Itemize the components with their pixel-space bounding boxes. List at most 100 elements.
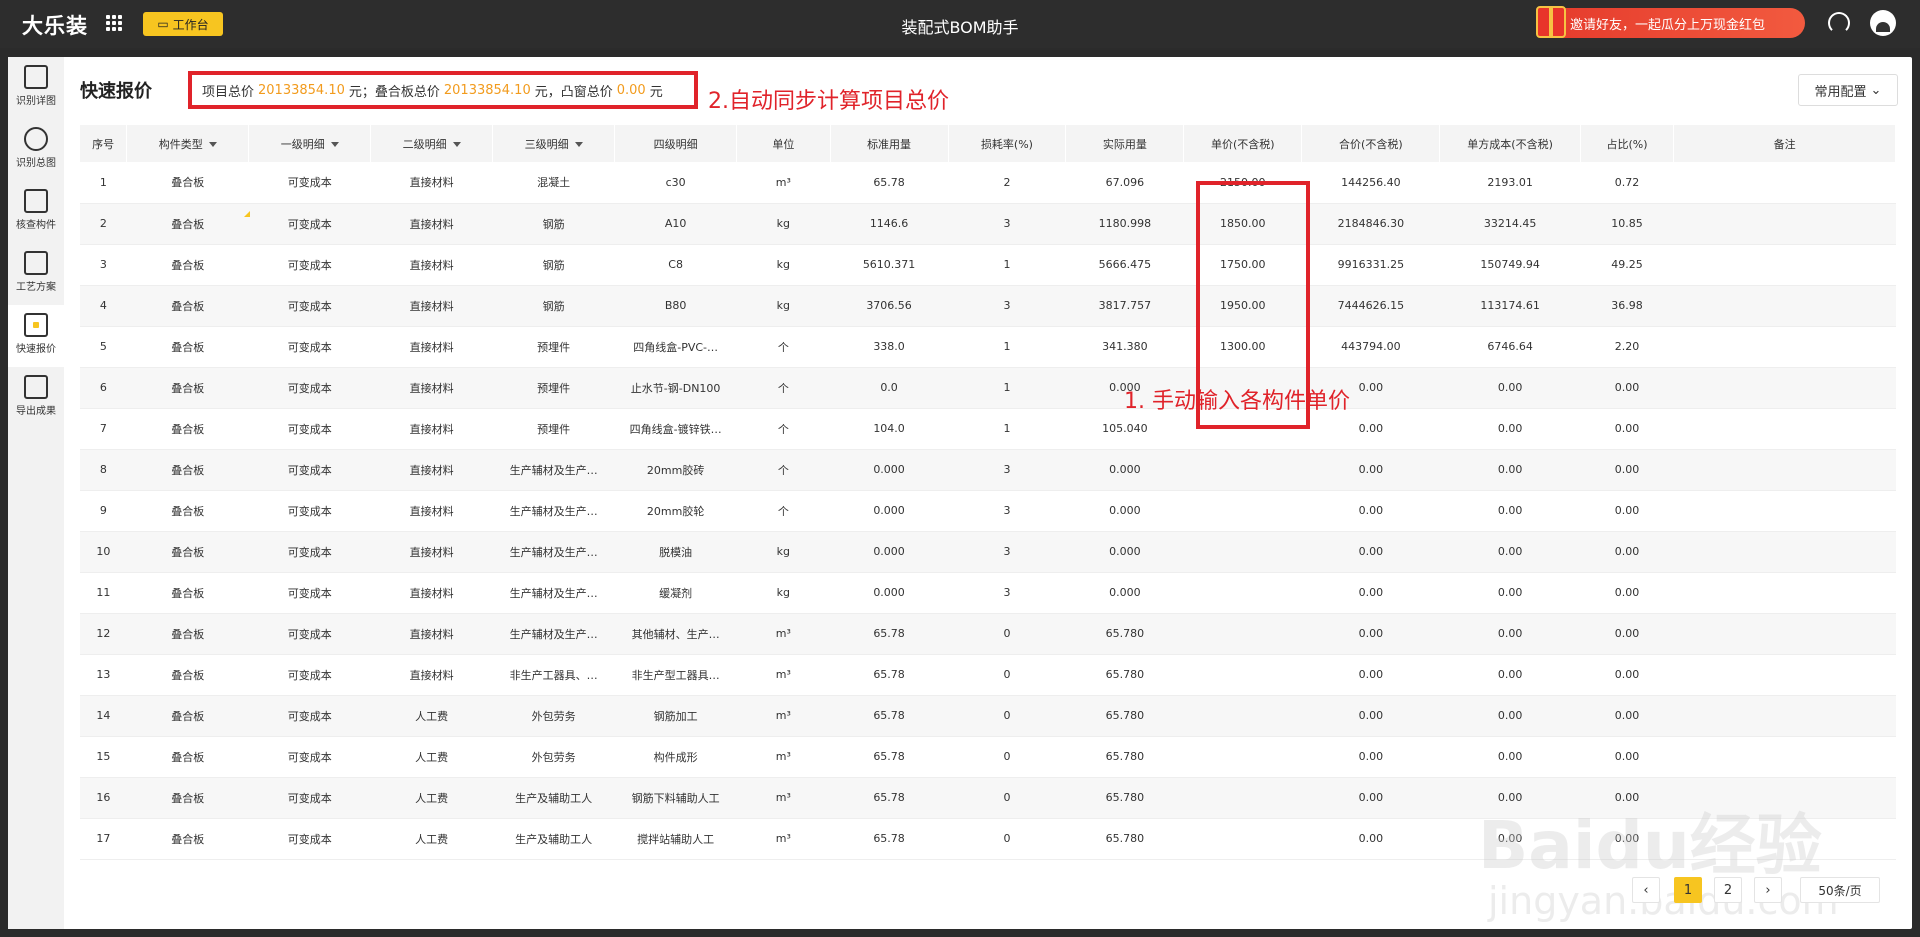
- page-button[interactable]: 2: [1714, 877, 1742, 903]
- table-row[interactable]: 1 叠合板 可变成本 直接材料 混凝土 c30 m³ 65.78 2 67.096 2150.00 1…: [80, 162, 1896, 204]
- table-cell[interactable]: [1673, 449, 1896, 491]
- app-logo[interactable]: 大乐装: [22, 10, 88, 40]
- avatar[interactable]: [1870, 10, 1896, 36]
- column-header[interactable]: 一级明细: [248, 125, 372, 162]
- table-cell[interactable]: [1673, 613, 1896, 655]
- table-cell: 外包劳务: [492, 695, 615, 737]
- unit-price-cell[interactable]: [1183, 818, 1302, 860]
- sidebar-item-detail[interactable]: 识别详图: [8, 57, 64, 119]
- unit-price-cell[interactable]: [1183, 531, 1302, 573]
- filter-caret-icon[interactable]: [574, 142, 583, 147]
- workbench-button[interactable]: ▭ 工作台: [143, 12, 223, 36]
- unit-price-cell[interactable]: 1750.00: [1183, 244, 1302, 286]
- table-cell[interactable]: [1673, 736, 1896, 778]
- currency-unit: 元: [649, 84, 663, 100]
- table-cell[interactable]: [1673, 695, 1896, 737]
- column-header: 占比(%): [1580, 125, 1675, 162]
- table-cell[interactable]: [1673, 285, 1896, 327]
- table-row[interactable]: 7 叠合板 可变成本 直接材料 预埋件 四角线盒-镀锌铁… 个 104.0 1 105.040 0.…: [80, 408, 1896, 450]
- table-cell: 20mm胶砖: [614, 449, 737, 491]
- table-cell: 1180.998: [1065, 203, 1184, 245]
- unit-price-cell[interactable]: [1183, 777, 1302, 819]
- column-header[interactable]: 二级明细: [370, 125, 494, 162]
- unit-price-cell[interactable]: [1183, 654, 1302, 696]
- table-cell: kg: [736, 572, 831, 614]
- table-cell[interactable]: [1673, 326, 1896, 368]
- table-row[interactable]: 4 叠合板 可变成本 直接材料 钢筋 B80 kg 3706.56 3 3817.757 1950.…: [80, 285, 1896, 327]
- apps-grid-icon[interactable]: [106, 15, 122, 31]
- table-cell[interactable]: [1673, 572, 1896, 614]
- unit-price-cell[interactable]: [1183, 736, 1302, 778]
- table-cell: 可变成本: [248, 613, 371, 655]
- column-header: 损耗率(%): [948, 125, 1067, 162]
- table-cell[interactable]: [1673, 162, 1896, 204]
- annotation-manual-price: 1. 手动输入各构件单价: [1124, 389, 1350, 414]
- table-row[interactable]: 17 叠合板 可变成本 人工费 生产及辅助工人 搅拌站辅助人工 m³ 65.78 0 65.780…: [80, 818, 1896, 860]
- table-cell[interactable]: [1673, 408, 1896, 450]
- table-cell: 1: [948, 244, 1066, 286]
- unit-price-cell[interactable]: 1950.00: [1183, 285, 1302, 327]
- sidebar-item-check[interactable]: 核查构件: [8, 181, 64, 243]
- table-row[interactable]: 16 叠合板 可变成本 人工费 生产及辅助工人 钢筋下料辅助人工 m³ 65.78 0 65.78…: [80, 777, 1896, 819]
- table-cell: 0.00: [1580, 572, 1674, 614]
- table-cell: 0.00: [1439, 572, 1581, 614]
- next-page-button[interactable]: ›: [1754, 877, 1782, 903]
- invite-banner[interactable]: 邀请好友，一起瓜分上万现金红包: [1536, 6, 1805, 38]
- unit-price-cell[interactable]: [1183, 490, 1302, 532]
- table-cell: 可变成本: [248, 777, 371, 819]
- unit-price-cell[interactable]: 1300.00: [1183, 326, 1302, 368]
- page-size-select[interactable]: 50条/页: [1800, 877, 1880, 903]
- table-row[interactable]: 6 叠合板 可变成本 直接材料 预埋件 止水节-钢-DN100 个 0.0 1 0.000 0.00…: [80, 367, 1896, 409]
- sidebar-item-process[interactable]: 工艺方案: [8, 243, 64, 305]
- column-header: 四级明细: [614, 125, 738, 162]
- column-header[interactable]: 三级明细: [492, 125, 616, 162]
- prev-page-button[interactable]: ‹: [1632, 877, 1660, 903]
- unit-price-cell[interactable]: [1183, 695, 1302, 737]
- table-row[interactable]: 10 叠合板 可变成本 直接材料 生产辅材及生产… 脱模油 kg 0.000 3 0.000 0.0…: [80, 531, 1896, 573]
- table-cell: 叠合板: [126, 244, 249, 286]
- table-cell: kg: [736, 203, 831, 245]
- headset-icon[interactable]: [1828, 12, 1850, 34]
- table-row[interactable]: 13 叠合板 可变成本 直接材料 非生产工器具、… 非生产型工器具… m³ 65.78 0 65.…: [80, 654, 1896, 696]
- table-row[interactable]: 5 叠合板 可变成本 直接材料 预埋件 四角线盒-PVC-… 个 338.0 1 341.380 1…: [80, 326, 1896, 368]
- table-cell[interactable]: [1673, 818, 1896, 860]
- sidebar-item-overview[interactable]: 识别总图: [8, 119, 64, 181]
- clipboard-icon: [24, 251, 48, 275]
- table-cell[interactable]: [1673, 367, 1896, 409]
- column-header[interactable]: 构件类型: [126, 125, 250, 162]
- table-cell[interactable]: [1673, 777, 1896, 819]
- table-cell: 49.25: [1580, 244, 1674, 286]
- table-row[interactable]: 15 叠合板 可变成本 人工费 外包劳务 构件成形 m³ 65.78 0 65.780 0.00 0.…: [80, 736, 1896, 778]
- table-cell: 0.00: [1439, 367, 1581, 409]
- table-row[interactable]: 2 叠合板 可变成本 直接材料 钢筋 A10 kg 1146.6 3 1180.998 1850.0…: [80, 203, 1896, 245]
- table-row[interactable]: 14 叠合板 可变成本 人工费 外包劳务 钢筋加工 m³ 65.78 0 65.780 0.00 0.…: [80, 695, 1896, 737]
- common-config-dropdown[interactable]: 常用配置 ⌄: [1798, 74, 1898, 106]
- unit-price-cell[interactable]: 2150.00: [1183, 162, 1302, 204]
- table-cell[interactable]: [1673, 203, 1896, 245]
- filter-caret-icon[interactable]: [330, 142, 339, 147]
- unit-price-cell[interactable]: [1183, 613, 1302, 655]
- table-cell: 0.00: [1439, 531, 1581, 573]
- table-cell: 65.780: [1065, 695, 1184, 737]
- unit-price-cell[interactable]: [1183, 572, 1302, 614]
- sidebar-item-export[interactable]: 导出成果: [8, 367, 64, 429]
- table-row[interactable]: 8 叠合板 可变成本 直接材料 生产辅材及生产… 20mm胶砖个 0.000 3 0.000 0.…: [80, 449, 1896, 491]
- table-row[interactable]: 9 叠合板 可变成本 直接材料 生产辅材及生产… 20mm胶轮个 0.000 3 0.000 0.…: [80, 490, 1896, 532]
- sidebar-item-quote[interactable]: 快速报价: [8, 305, 64, 367]
- filter-caret-icon[interactable]: [208, 142, 217, 147]
- unit-price-cell[interactable]: [1183, 449, 1302, 491]
- table-row[interactable]: 12 叠合板 可变成本 直接材料 生产辅材及生产… 其他辅材、生产… m³ 65.78 0 65.…: [80, 613, 1896, 655]
- filter-caret-icon[interactable]: [452, 142, 461, 147]
- table-cell[interactable]: [1673, 244, 1896, 286]
- table-cell[interactable]: [1673, 654, 1896, 696]
- table-cell: 直接材料: [370, 490, 493, 532]
- table-cell: 直接材料: [370, 162, 493, 204]
- page-button[interactable]: 1: [1674, 877, 1702, 903]
- table-cell[interactable]: [1673, 531, 1896, 573]
- table-cell[interactable]: [1673, 490, 1896, 532]
- unit-price-cell[interactable]: 1850.00: [1183, 203, 1302, 245]
- table-row[interactable]: 3 叠合板 可变成本 直接材料 钢筋 C8 kg 5610.371 1 5666.475 1750.…: [80, 244, 1896, 286]
- sidebar-item-label: 识别总图: [16, 158, 56, 169]
- table-row[interactable]: 11 叠合板 可变成本 直接材料 生产辅材及生产… 缓凝剂 kg 0.000 3 0.000 0.0…: [80, 572, 1896, 614]
- table-cell: 65.78: [830, 654, 949, 696]
